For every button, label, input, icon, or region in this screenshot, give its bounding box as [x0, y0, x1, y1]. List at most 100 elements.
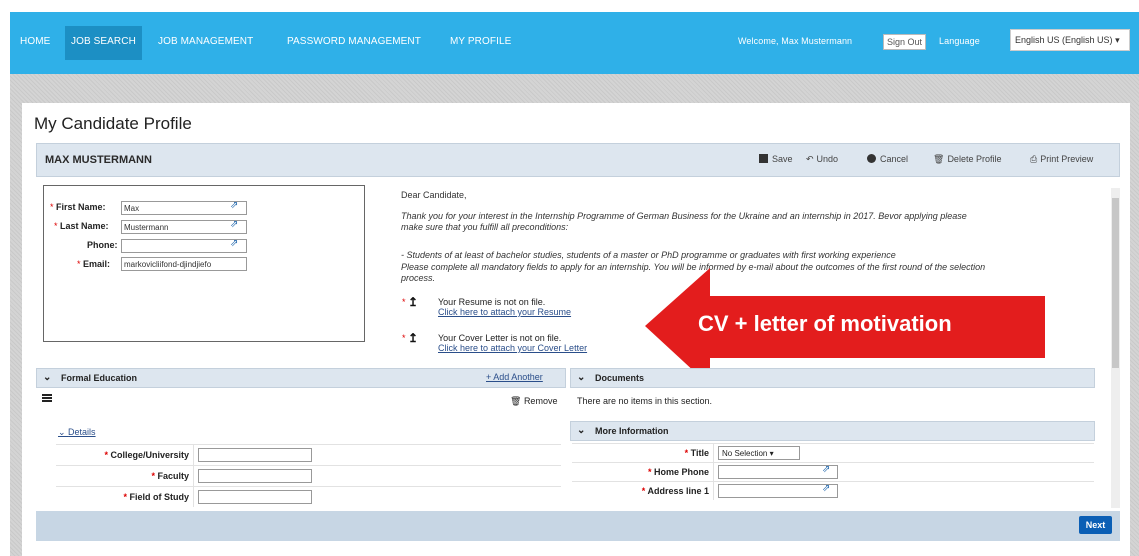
intro-paragraph-2-line-1: - Students of at least of bachelor studi… — [401, 250, 896, 260]
cancel-button[interactable]: Cancel — [867, 154, 908, 164]
chevron-down-icon[interactable]: ⌄ — [577, 372, 585, 383]
first-name-field[interactable]: Max — [121, 201, 247, 215]
email-label-row: * Email: — [77, 259, 111, 269]
cancel-label: Cancel — [880, 154, 909, 164]
footer-bar — [36, 511, 1120, 541]
more-information-title: More Information — [595, 426, 669, 436]
pin-icon[interactable]: ⇗ — [230, 219, 238, 230]
trash-icon: 🗑 — [933, 154, 945, 164]
undo-icon: ↶ — [806, 154, 814, 164]
cancel-icon — [867, 154, 876, 163]
chevron-down-icon: ⌄ — [58, 427, 69, 437]
delete-profile-button[interactable]: 🗑 Delete Profile — [933, 154, 1001, 165]
field-of-study-row: * Field of Study — [56, 486, 561, 507]
documents-header: ⌄ Documents — [570, 368, 1095, 388]
phone-label-row: Phone: — [87, 240, 118, 250]
chevron-down-icon[interactable]: ⌄ — [577, 425, 585, 436]
pin-icon[interactable]: ⇗ — [822, 464, 830, 475]
nav-job-search[interactable]: JOB SEARCH — [65, 26, 142, 60]
add-another-link[interactable]: + Add Another — [486, 372, 543, 382]
details-label: Details — [68, 427, 96, 437]
intro-paragraph-1-line-2: make sure that you fulfill all precondit… — [401, 222, 569, 232]
pin-icon[interactable]: ⇗ — [822, 483, 830, 494]
upload-icon[interactable]: ↥ — [408, 332, 418, 344]
email-field[interactable]: markovicliifond-djindjiefo — [121, 257, 247, 271]
last-name-label-row: * Last Name: — [54, 221, 109, 231]
intro-paragraph-1-line-1: Thank you for your interest in the Inter… — [401, 211, 967, 221]
save-label: Save — [772, 154, 793, 164]
college-row: * College/University — [56, 444, 561, 465]
address-input[interactable] — [718, 484, 838, 498]
nav-job-management[interactable]: JOB MANAGEMENT — [158, 36, 253, 47]
last-name-label: Last Name: — [60, 221, 109, 231]
chevron-down-icon: ▾ — [767, 449, 774, 458]
profile-header: MAX MUSTERMANN Save ↶ Undo Cancel 🗑 Delete… — [36, 143, 1120, 177]
next-button[interactable]: Next — [1079, 516, 1112, 534]
address-row: * Address line 1 — [572, 481, 1094, 500]
documents-title: Documents — [595, 373, 645, 383]
home-phone-label: Home Phone — [653, 467, 709, 477]
printer-icon: ⎙ — [1030, 154, 1038, 164]
address-label-cell: * Address line 1 — [572, 482, 714, 500]
college-label: College/University — [110, 450, 189, 460]
undo-label: Undo — [816, 154, 839, 164]
faculty-label-cell: * Faculty — [56, 466, 194, 486]
first-name-label: First Name: — [56, 202, 106, 212]
language-select[interactable]: English US (English US) ▾ — [1010, 29, 1130, 51]
formal-education-title: Formal Education — [61, 373, 138, 383]
field-of-study-label: Field of Study — [129, 492, 190, 502]
upload-icon[interactable]: ↥ — [408, 296, 418, 308]
print-preview-button[interactable]: ⎙ Print Preview — [1030, 154, 1093, 165]
chevron-down-icon[interactable]: ⌄ — [43, 372, 51, 383]
faculty-label: Faculty — [157, 471, 189, 481]
phone-field[interactable] — [121, 239, 247, 253]
annotation-text: CV + letter of motivation — [698, 311, 952, 336]
save-icon — [759, 154, 768, 163]
save-button[interactable]: Save — [759, 154, 793, 164]
college-label-cell: * College/University — [56, 445, 194, 465]
home-phone-input[interactable] — [718, 465, 838, 479]
more-information-header: ⌄ More Information — [570, 421, 1095, 441]
cover-letter-status: Your Cover Letter is not on file. — [438, 333, 562, 343]
title-row: * Title No Selection ▾ — [572, 443, 1094, 462]
title-label: Title — [690, 448, 709, 458]
intro-paragraph-2-line-3: process. — [401, 273, 436, 283]
nav-password-management[interactable]: PASSWORD MANAGEMENT — [287, 36, 421, 47]
title-select[interactable]: No Selection ▾ — [718, 446, 800, 460]
attach-resume-link[interactable]: Click here to attach your Resume — [438, 307, 571, 317]
resume-upload: * ↥ Your Resume is not on file. Click he… — [402, 295, 572, 317]
top-nav-bar: HOME JOB SEARCH JOB MANAGEMENT PASSWORD … — [10, 12, 1139, 74]
phone-label: Phone: — [87, 240, 118, 250]
pin-icon[interactable]: ⇗ — [230, 238, 238, 249]
home-phone-row: * Home Phone — [572, 462, 1094, 481]
resume-status: Your Resume is not on file. — [438, 297, 546, 307]
undo-button[interactable]: ↶ Undo — [806, 154, 838, 165]
remove-button[interactable]: 🗑 Remove — [510, 396, 557, 407]
faculty-row: * Faculty — [56, 465, 561, 486]
cover-letter-upload: * ↥ Your Cover Letter is not on file. Cl… — [402, 331, 588, 353]
address-label: Address line 1 — [647, 486, 709, 496]
print-preview-label: Print Preview — [1040, 154, 1094, 164]
documents-empty-text: There are no items in this section. — [577, 396, 713, 406]
faculty-input[interactable] — [198, 469, 312, 483]
menu-icon[interactable] — [42, 394, 52, 403]
title-select-value: No Selection — [722, 449, 768, 458]
details-toggle[interactable]: ⌄ Details — [58, 427, 96, 438]
sign-out-button[interactable]: Sign Out — [883, 34, 927, 50]
vertical-scrollbar[interactable] — [1111, 188, 1120, 508]
field-of-study-input[interactable] — [198, 490, 312, 504]
first-name-label-row: * First Name: — [50, 202, 106, 212]
scrollbar-thumb[interactable] — [1112, 198, 1119, 368]
candidate-name: MAX MUSTERMANN — [45, 154, 152, 166]
nav-home[interactable]: HOME — [20, 36, 50, 47]
nav-my-profile[interactable]: MY PROFILE — [450, 36, 511, 47]
email-label: Email: — [83, 259, 111, 269]
college-input[interactable] — [198, 448, 312, 462]
welcome-text: Welcome, Max Mustermann — [738, 36, 853, 46]
pin-icon[interactable]: ⇗ — [230, 200, 238, 211]
field-of-study-label-cell: * Field of Study — [56, 487, 194, 507]
trash-icon: 🗑 — [510, 396, 524, 406]
attach-cover-letter-link[interactable]: Click here to attach your Cover Letter — [438, 343, 587, 353]
last-name-field[interactable]: Mustermann — [121, 220, 247, 234]
title-label-cell: * Title — [572, 444, 714, 462]
